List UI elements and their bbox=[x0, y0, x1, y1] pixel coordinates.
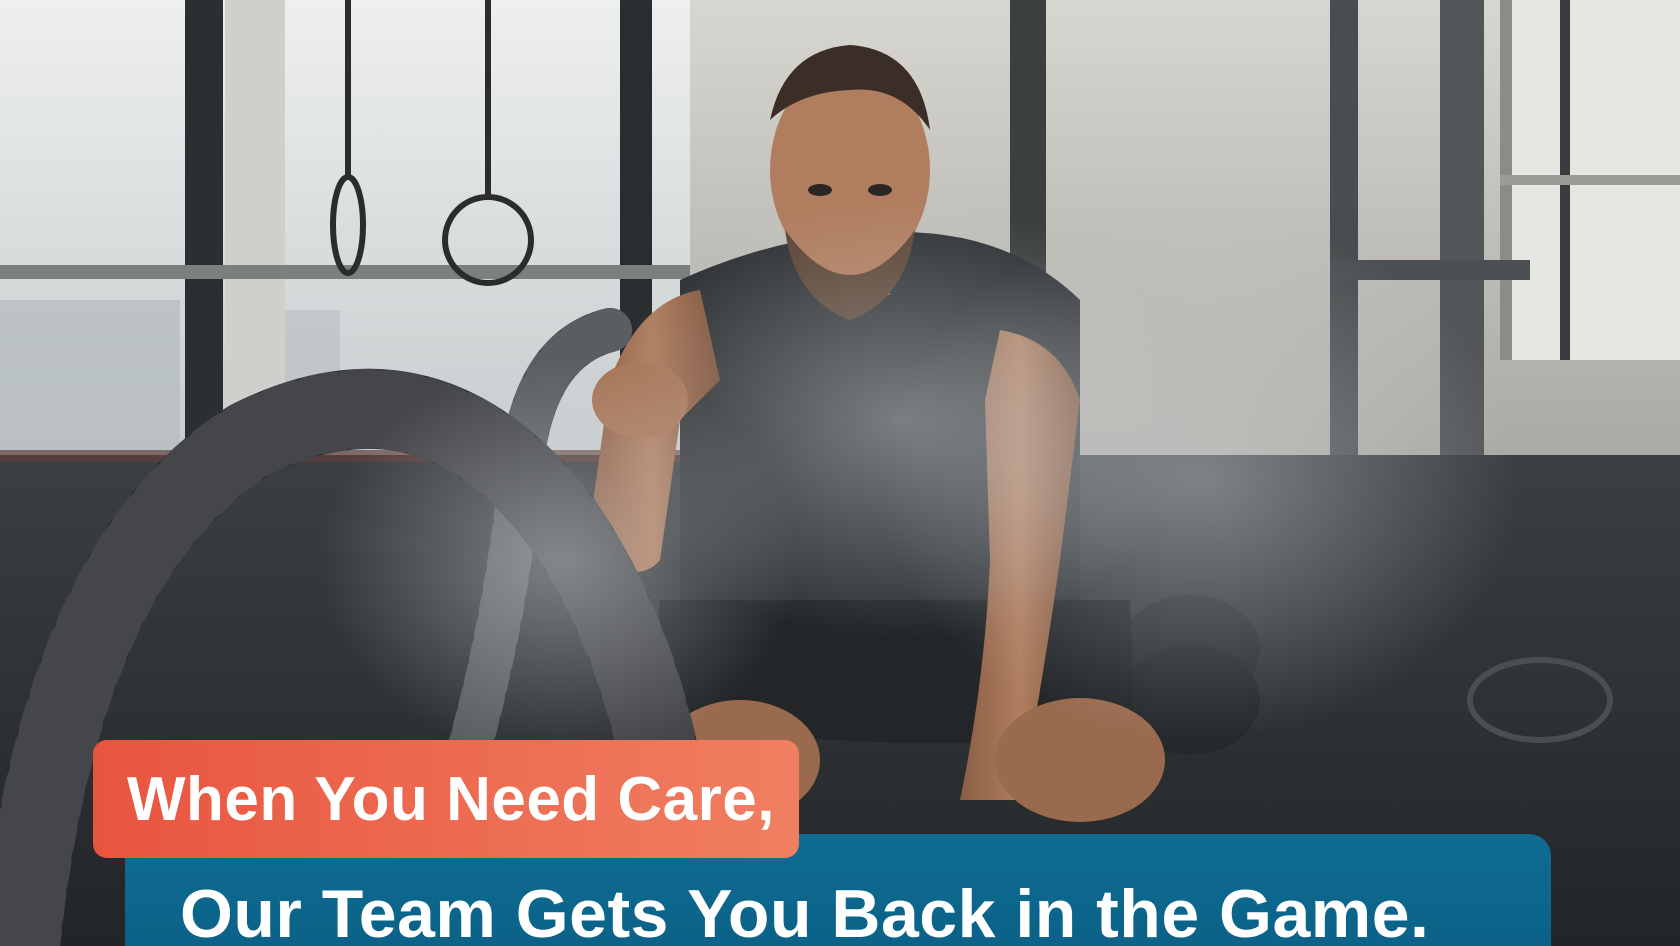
headline-line1: When You Need Care, bbox=[127, 764, 775, 834]
ad-banner: When You Need Care, Our Team Gets You Ba… bbox=[0, 0, 1680, 946]
headline-line2: Our Team Gets You Back in the Game. bbox=[180, 876, 1430, 946]
headline-line1-badge: When You Need Care, bbox=[93, 740, 799, 858]
